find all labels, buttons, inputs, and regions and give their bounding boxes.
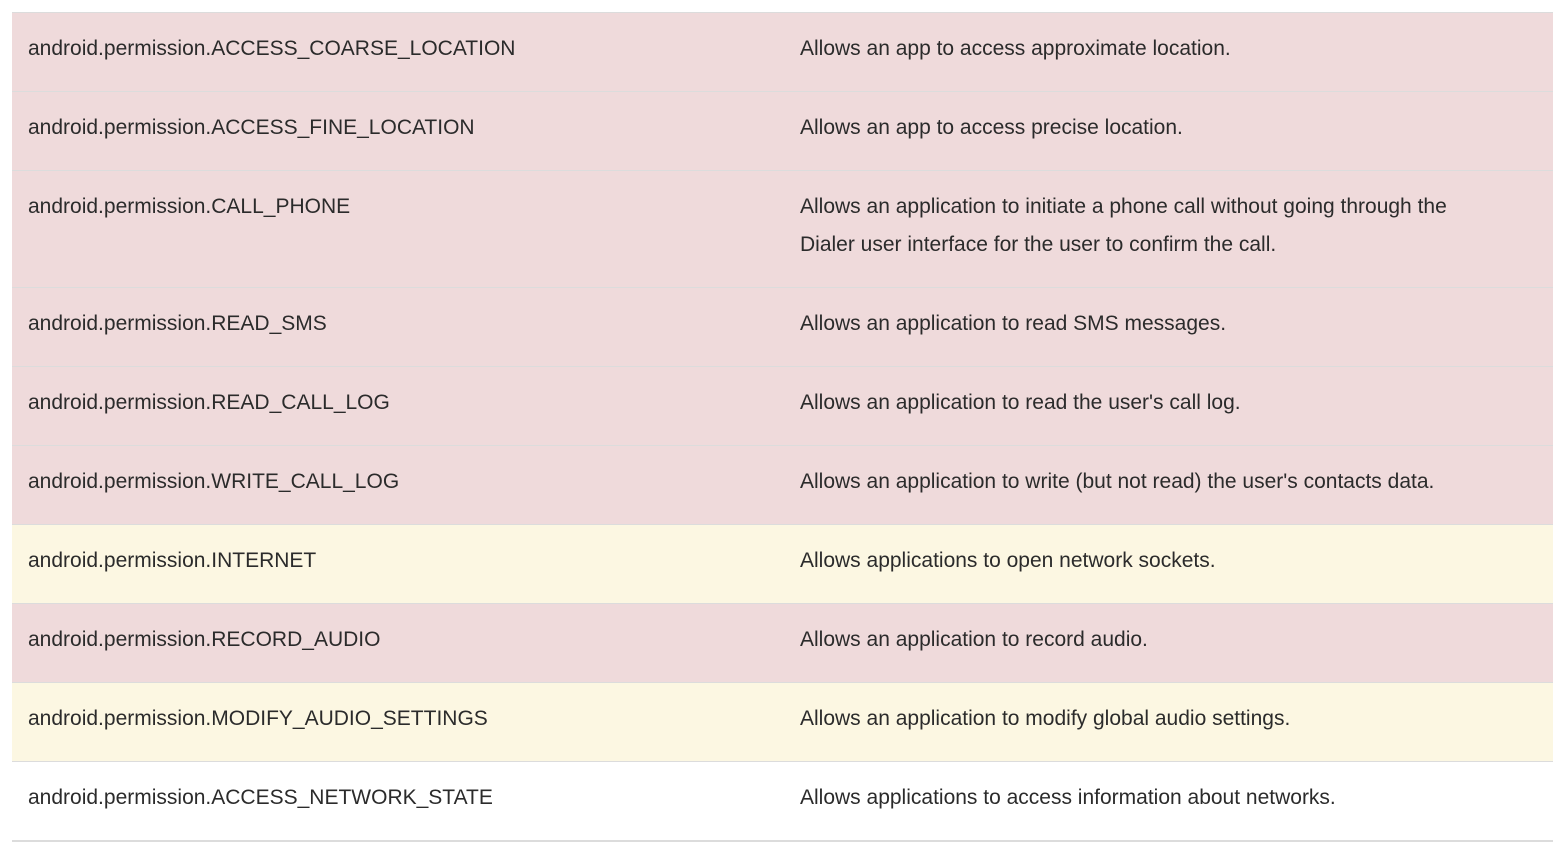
permission-name-cell: android.permission.WRITE_CALL_LOG [12, 446, 800, 525]
permission-description: Allows an application to read the user's… [800, 391, 1241, 414]
table-row: android.permission.ACCESS_COARSE_LOCATIO… [12, 12, 1553, 92]
table-row: android.permission.INTERNET Allows appli… [12, 524, 1553, 604]
table-row: android.permission.CALL_PHONE Allows an … [12, 170, 1553, 288]
permission-name: android.permission.READ_CALL_LOG [28, 391, 390, 414]
permission-name: android.permission.WRITE_CALL_LOG [28, 470, 400, 493]
permission-description-cell: Allows applications to access informatio… [800, 762, 1553, 842]
permission-description-cell: Allows applications to open network sock… [800, 525, 1553, 604]
permission-description-cell: Allows an application to record audio. [800, 604, 1553, 683]
permission-name: android.permission.ACCESS_FINE_LOCATION [28, 116, 475, 139]
permission-name-cell: android.permission.CALL_PHONE [12, 171, 800, 288]
permissions-table: android.permission.ACCESS_COARSE_LOCATIO… [12, 12, 1553, 842]
permissions-table-container: android.permission.ACCESS_COARSE_LOCATIO… [12, 12, 1553, 842]
permission-description: Allows applications to open network sock… [800, 549, 1216, 572]
permission-name-cell: android.permission.READ_CALL_LOG [12, 367, 800, 446]
permission-name: android.permission.INTERNET [28, 549, 317, 572]
permission-name: android.permission.ACCESS_COARSE_LOCATIO… [28, 37, 516, 60]
permission-name-cell: android.permission.RECORD_AUDIO [12, 604, 800, 683]
permission-description-cell: Allows an application to initiate a phon… [800, 171, 1553, 288]
permission-description-cell: Allows an app to access precise location… [800, 92, 1553, 171]
permission-name-cell: android.permission.ACCESS_COARSE_LOCATIO… [12, 13, 800, 92]
permission-description-cell: Allows an application to read the user's… [800, 367, 1553, 446]
permission-description: Allows an application to write (but not … [800, 470, 1435, 493]
permission-name: android.permission.READ_SMS [28, 312, 327, 335]
permissions-table-body: android.permission.ACCESS_COARSE_LOCATIO… [12, 12, 1553, 842]
permission-description-cell: Allows an app to access approximate loca… [800, 13, 1553, 92]
permission-name: android.permission.MODIFY_AUDIO_SETTINGS [28, 707, 488, 730]
permission-description-cell: Allows an application to write (but not … [800, 446, 1553, 525]
permission-name-cell: android.permission.MODIFY_AUDIO_SETTINGS [12, 683, 800, 762]
permission-name: android.permission.CALL_PHONE [28, 195, 351, 218]
permission-description-cell: Allows an application to read SMS messag… [800, 288, 1553, 367]
permission-description: Allows an app to access precise location… [800, 116, 1183, 139]
permission-name-cell: android.permission.ACCESS_FINE_LOCATION [12, 92, 800, 171]
permission-description: Allows an application to read SMS messag… [800, 312, 1227, 335]
table-row: android.permission.ACCESS_FINE_LOCATION … [12, 91, 1553, 171]
table-row: android.permission.RECORD_AUDIO Allows a… [12, 603, 1553, 683]
table-row: android.permission.READ_SMS Allows an ap… [12, 287, 1553, 367]
permission-name-cell: android.permission.ACCESS_NETWORK_STATE [12, 762, 800, 842]
permission-description: Allows an app to access approximate loca… [800, 37, 1231, 60]
permission-name-cell: android.permission.READ_SMS [12, 288, 800, 367]
table-row: android.permission.MODIFY_AUDIO_SETTINGS… [12, 682, 1553, 762]
permission-description: Allows applications to access informatio… [800, 786, 1336, 809]
table-row: android.permission.WRITE_CALL_LOG Allows… [12, 445, 1553, 525]
permission-description: Allows an application to initiate a phon… [800, 195, 1447, 256]
permission-description: Allows an application to modify global a… [800, 707, 1291, 730]
permission-name-cell: android.permission.INTERNET [12, 525, 800, 604]
permission-description-cell: Allows an application to modify global a… [800, 683, 1553, 762]
permission-name: android.permission.ACCESS_NETWORK_STATE [28, 786, 493, 809]
table-row: android.permission.READ_CALL_LOG Allows … [12, 366, 1553, 446]
permission-name: android.permission.RECORD_AUDIO [28, 628, 381, 651]
permission-description: Allows an application to record audio. [800, 628, 1148, 651]
table-row: android.permission.ACCESS_NETWORK_STATE … [12, 761, 1553, 842]
